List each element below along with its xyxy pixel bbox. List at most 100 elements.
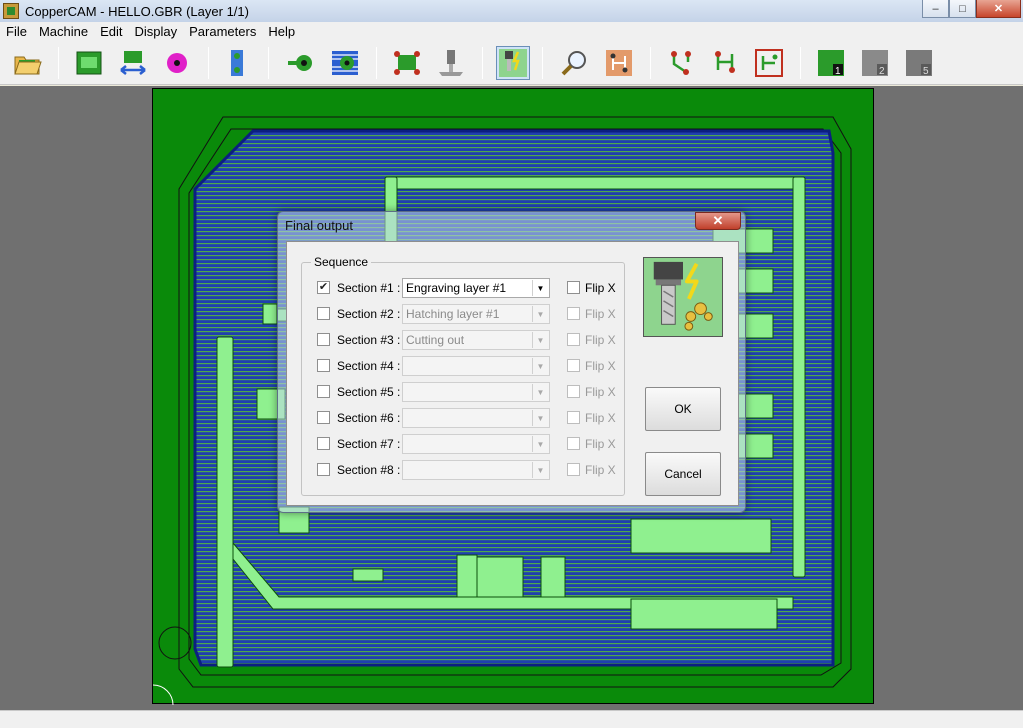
section-2-checkbox[interactable] bbox=[317, 307, 330, 320]
window-title: CopperCAM - HELLO.GBR (Layer 1/1) bbox=[25, 3, 249, 19]
final-output-dialog: Final output ✕ Sequence ✔ Section #1 : Eng… bbox=[277, 211, 746, 513]
flip-x-checkbox[interactable] bbox=[567, 359, 580, 372]
menu-display[interactable]: Display bbox=[129, 24, 184, 39]
flip-x-checkbox[interactable] bbox=[567, 307, 580, 320]
dropdown-arrow-icon[interactable]: ▼ bbox=[532, 358, 548, 374]
section-2-flip-x[interactable]: Flip X bbox=[567, 303, 627, 325]
section-1-flip-x[interactable]: Flip X bbox=[567, 277, 627, 299]
menu-parameters[interactable]: Parameters bbox=[183, 24, 262, 39]
section-8-label: Section #8 : bbox=[337, 463, 401, 477]
layer-2-icon[interactable]: 2 bbox=[858, 46, 892, 80]
section-3-label: Section #3 : bbox=[337, 333, 401, 347]
section-2-dropdown[interactable]: Hatching layer #1 ▼ bbox=[402, 304, 550, 324]
section-row-2: Section #2 : Hatching layer #1 ▼ Flip X bbox=[317, 303, 617, 325]
flip-x-checkbox[interactable] bbox=[567, 333, 580, 346]
section-5-dropdown[interactable]: ▼ bbox=[402, 382, 550, 402]
cancel-button[interactable]: Cancel bbox=[645, 452, 721, 496]
board-outline-icon[interactable] bbox=[390, 46, 424, 80]
section-2-label: Section #2 : bbox=[337, 307, 401, 321]
section-row-7: Section #7 : ▼ Flip X bbox=[317, 433, 617, 455]
dropdown-arrow-icon[interactable]: ▼ bbox=[532, 384, 548, 400]
dropdown-arrow-icon[interactable]: ▼ bbox=[532, 306, 548, 322]
title-bar: CopperCAM - HELLO.GBR (Layer 1/1) – □ ✕ bbox=[0, 0, 1023, 22]
menu-bar: File Machine Edit Display Parameters Hel… bbox=[0, 22, 1023, 41]
section-1-label: Section #1 : bbox=[337, 281, 401, 295]
section-5-flip-x[interactable]: Flip X bbox=[567, 381, 627, 403]
flip-x-label: Flip X bbox=[585, 463, 616, 477]
dropdown-arrow-icon[interactable]: ▼ bbox=[532, 462, 548, 478]
dialog-client-area: Sequence ✔ Section #1 : Engraving layer #1… bbox=[286, 241, 739, 506]
section-1-checkbox[interactable]: ✔ bbox=[317, 281, 330, 294]
section-7-checkbox[interactable] bbox=[317, 437, 330, 450]
maximize-button[interactable]: □ bbox=[949, 0, 976, 18]
section-3-flip-x[interactable]: Flip X bbox=[567, 329, 627, 351]
board-icon[interactable] bbox=[72, 46, 106, 80]
ok-button[interactable]: OK bbox=[645, 387, 721, 431]
section-7-flip-x[interactable]: Flip X bbox=[567, 433, 627, 455]
menu-machine[interactable]: Machine bbox=[33, 24, 94, 39]
tracks-alt-icon[interactable] bbox=[708, 46, 742, 80]
mill-tool-icon[interactable] bbox=[434, 46, 468, 80]
section-4-checkbox[interactable] bbox=[317, 359, 330, 372]
tracks-icon[interactable] bbox=[664, 46, 698, 80]
section-5-checkbox[interactable] bbox=[317, 385, 330, 398]
pad-hatch-icon[interactable] bbox=[328, 46, 362, 80]
layer-5-icon[interactable]: 5 bbox=[902, 46, 936, 80]
drill-hole-icon[interactable] bbox=[160, 46, 194, 80]
zoom-icon[interactable] bbox=[558, 46, 592, 80]
section-4-flip-x[interactable]: Flip X bbox=[567, 355, 627, 377]
section-6-checkbox[interactable] bbox=[317, 411, 330, 424]
swap-icon[interactable] bbox=[116, 46, 150, 80]
dropdown-arrow-icon[interactable]: ▼ bbox=[532, 332, 548, 348]
section-7-dropdown[interactable]: ▼ bbox=[402, 434, 550, 454]
flip-x-checkbox[interactable] bbox=[567, 437, 580, 450]
flip-x-checkbox[interactable] bbox=[567, 385, 580, 398]
dropdown-arrow-icon[interactable]: ▼ bbox=[532, 410, 548, 426]
tracks-frame-icon[interactable] bbox=[752, 46, 786, 80]
dialog-close-button[interactable]: ✕ bbox=[695, 212, 741, 230]
section-1-dropdown[interactable]: Engraving layer #1 ▼ bbox=[402, 278, 550, 298]
pads-icon[interactable] bbox=[220, 46, 254, 80]
section-8-checkbox[interactable] bbox=[317, 463, 330, 476]
board-view-icon[interactable] bbox=[602, 46, 636, 80]
flip-x-label: Flip X bbox=[585, 411, 616, 425]
dropdown-arrow-icon[interactable]: ▼ bbox=[532, 436, 548, 452]
section-7-label: Section #7 : bbox=[337, 437, 401, 451]
section-3-dropdown[interactable]: Cutting out ▼ bbox=[402, 330, 550, 350]
section-1-value: Engraving layer #1 bbox=[406, 281, 507, 295]
flip-x-checkbox[interactable] bbox=[567, 411, 580, 424]
flip-x-checkbox[interactable] bbox=[567, 281, 580, 294]
section-row-3: Section #3 : Cutting out ▼ Flip X bbox=[317, 329, 617, 351]
section-3-checkbox[interactable] bbox=[317, 333, 330, 346]
flip-x-label: Flip X bbox=[585, 437, 616, 451]
open-folder-icon[interactable] bbox=[10, 46, 44, 80]
section-4-dropdown[interactable]: ▼ bbox=[402, 356, 550, 376]
section-5-label: Section #5 : bbox=[337, 385, 401, 399]
layer-2-label: 2 bbox=[879, 66, 885, 77]
section-6-flip-x[interactable]: Flip X bbox=[567, 407, 627, 429]
sequence-group-title: Sequence bbox=[311, 255, 372, 269]
sequence-group: Sequence ✔ Section #1 : Engraving layer #1… bbox=[301, 255, 627, 496]
section-row-4: Section #4 : ▼ Flip X bbox=[317, 355, 617, 377]
section-row-5: Section #5 : ▼ Flip X bbox=[317, 381, 617, 403]
section-6-dropdown[interactable]: ▼ bbox=[402, 408, 550, 428]
close-window-button[interactable]: ✕ bbox=[976, 0, 1021, 18]
section-8-dropdown[interactable]: ▼ bbox=[402, 460, 550, 480]
section-8-flip-x[interactable]: Flip X bbox=[567, 459, 627, 481]
menu-edit[interactable]: Edit bbox=[94, 24, 128, 39]
status-bar bbox=[0, 710, 1023, 728]
flip-x-label: Flip X bbox=[585, 307, 616, 321]
pad-add-icon[interactable] bbox=[284, 46, 318, 80]
menu-file[interactable]: File bbox=[0, 24, 33, 39]
flip-x-label: Flip X bbox=[585, 281, 616, 295]
section-6-label: Section #6 : bbox=[337, 411, 401, 425]
flip-x-checkbox[interactable] bbox=[567, 463, 580, 476]
menu-help[interactable]: Help bbox=[262, 24, 301, 39]
engrave-output-icon[interactable] bbox=[496, 46, 530, 80]
layer-1-icon[interactable]: 1 bbox=[814, 46, 848, 80]
flip-x-label: Flip X bbox=[585, 333, 616, 347]
window-controls: – □ ✕ bbox=[922, 0, 1021, 18]
dropdown-arrow-icon[interactable]: ▼ bbox=[532, 280, 548, 296]
output-preview-icon bbox=[643, 257, 723, 337]
minimize-button[interactable]: – bbox=[922, 0, 949, 18]
